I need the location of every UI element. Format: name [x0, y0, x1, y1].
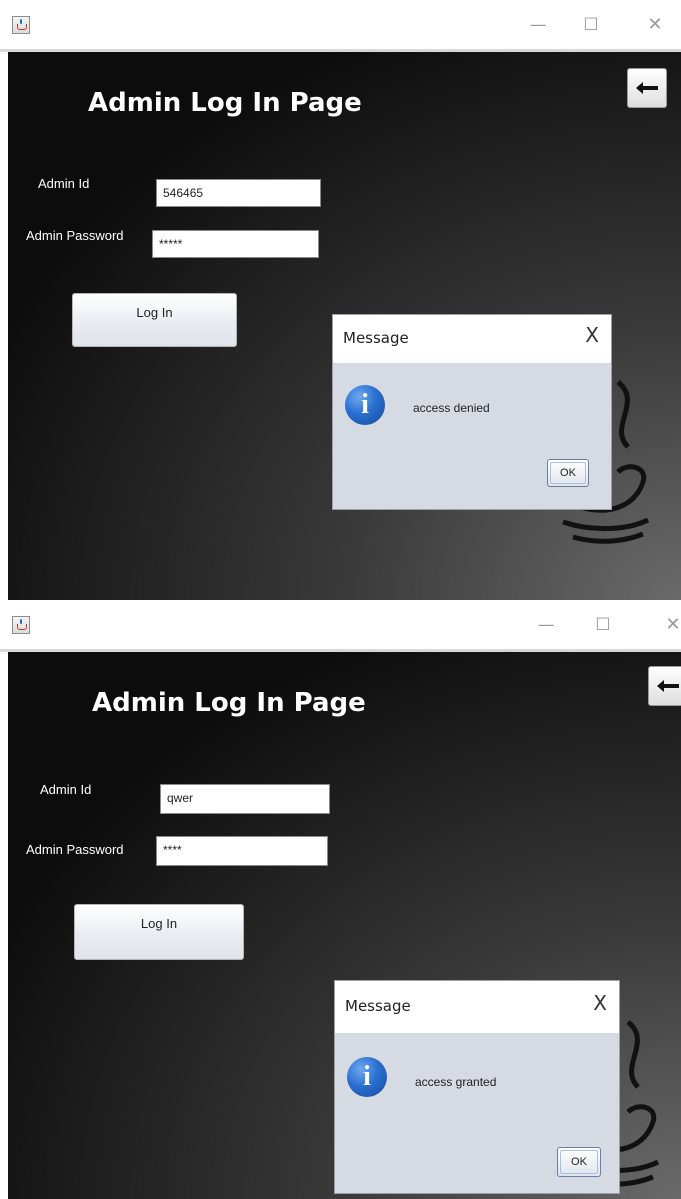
dialog-message: access granted: [415, 1075, 497, 1089]
close-icon[interactable]: ✕: [642, 12, 668, 38]
admin-id-input[interactable]: qwer: [160, 784, 330, 814]
window-titlebar: — ☐ ✕: [0, 0, 681, 52]
admin-password-label: Admin Password: [26, 842, 124, 857]
login-window-granted: — ☐ ✕ Admin Log In Page Admin Id qwer Ad…: [0, 600, 681, 1199]
dialog-titlebar: Message X: [333, 315, 611, 363]
dialog-title: Message: [345, 997, 411, 1015]
left-arrow-icon: [636, 82, 658, 94]
dialog-message: access denied: [413, 401, 490, 415]
login-button[interactable]: Log In: [74, 904, 244, 960]
page-title: Admin Log In Page: [88, 88, 362, 118]
minimize-icon[interactable]: —: [533, 612, 559, 638]
ok-button[interactable]: OK: [547, 459, 589, 487]
admin-id-label: Admin Id: [38, 176, 90, 191]
left-arrow-icon: [657, 680, 679, 692]
admin-id-label: Admin Id: [40, 782, 92, 797]
login-panel: Admin Log In Page Admin Id 546465 Admin …: [8, 52, 681, 600]
admin-password-input[interactable]: *****: [152, 230, 319, 258]
minimize-icon[interactable]: —: [525, 12, 551, 38]
message-dialog: Message X i access denied OK: [332, 314, 612, 510]
close-icon[interactable]: ✕: [660, 612, 681, 638]
message-dialog: Message X i access granted OK: [334, 980, 620, 1194]
maximize-icon[interactable]: ☐: [590, 612, 616, 638]
login-button[interactable]: Log In: [72, 293, 237, 347]
admin-password-label: Admin Password: [26, 228, 124, 243]
back-button[interactable]: [648, 666, 681, 706]
java-icon: [12, 16, 30, 34]
dialog-title: Message: [343, 329, 409, 347]
login-panel: Admin Log In Page Admin Id qwer Admin Pa…: [8, 652, 681, 1199]
window-titlebar: — ☐ ✕: [0, 600, 681, 652]
ok-button[interactable]: OK: [557, 1147, 601, 1177]
java-icon: [12, 616, 30, 634]
back-button[interactable]: [627, 68, 667, 108]
maximize-icon[interactable]: ☐: [578, 12, 604, 38]
admin-id-input[interactable]: 546465: [156, 179, 321, 207]
login-window-denied: — ☐ ✕ Admin Log In Page Admin Id 546465 …: [0, 0, 681, 600]
page-title: Admin Log In Page: [92, 688, 366, 718]
info-icon: i: [345, 385, 385, 425]
info-icon: i: [347, 1057, 387, 1097]
dialog-close-icon[interactable]: X: [593, 991, 607, 1015]
dialog-titlebar: Message X: [335, 981, 619, 1033]
admin-password-input[interactable]: ****: [156, 836, 328, 866]
dialog-close-icon[interactable]: X: [585, 323, 599, 347]
